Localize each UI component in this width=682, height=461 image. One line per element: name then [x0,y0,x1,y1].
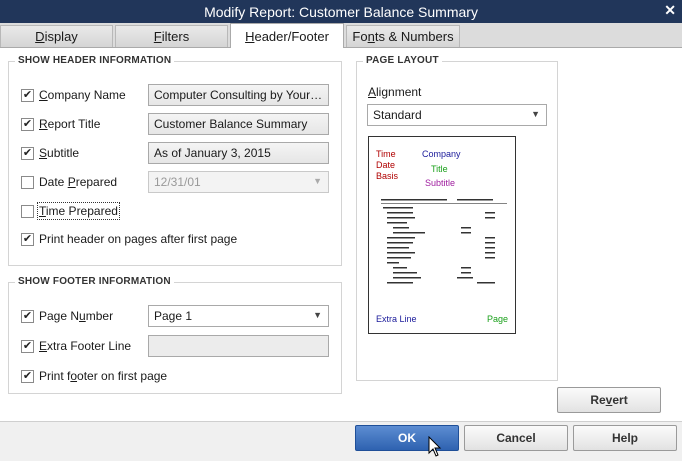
time-prepared-label: Time Prepared [37,202,120,220]
window-title: Modify Report: Customer Balance Summary [204,3,478,20]
subtitle-label: Subtitle [39,146,80,160]
chevron-down-icon: ▼ [531,109,540,119]
tab-label: Header/Footer [245,28,329,44]
company-name-row: ✔ Company Name [21,88,126,102]
tab-strip: Display Filters Header/Footer Fonts & Nu… [0,23,682,48]
date-prepared-value: 12/31/01 [154,175,201,189]
tab-content: SHOW HEADER INFORMATION ✔ Company Name C… [0,47,682,421]
date-prepared-checkbox[interactable] [21,175,34,189]
page-number-checkbox[interactable]: ✔ [21,309,34,323]
revert-label: Revert [590,393,628,407]
preview-subtitle: Subtitle [425,178,456,188]
company-name-field[interactable]: Computer Consulting by Your ... [148,84,329,106]
page-number-label: Page Number [39,309,114,323]
subtitle-row: ✔ Subtitle [21,146,79,160]
chevron-down-icon: ▼ [313,176,322,186]
extra-footer-row: ✔ Extra Footer Line [21,339,131,353]
page-number-row: ✔ Page Number [21,309,113,323]
print-footer-checkbox[interactable]: ✔ [21,369,34,383]
preview-date: Date [376,160,396,170]
report-title-label: Report Title [39,117,101,131]
preview-page: Page [487,314,509,324]
tab-filters[interactable]: Filters [115,25,228,47]
report-title-checkbox[interactable]: ✔ [21,117,34,131]
company-name-label: Company Name [39,88,126,102]
preview-extra-line: Extra Line [376,314,417,324]
tab-display[interactable]: Display [0,25,113,47]
mouse-pointer-icon [428,436,442,457]
title-bar: Modify Report: Customer Balance Summary … [0,0,682,23]
cancel-button[interactable]: Cancel [464,425,568,451]
print-footer-row: ✔ Print footer on first page [21,369,167,383]
preview-time: Time [376,149,396,159]
company-name-checkbox[interactable]: ✔ [21,88,34,102]
report-title-row: ✔ Report Title [21,117,100,131]
tab-label: Fonts & Numbers [352,29,454,44]
alignment-label: Alignment [368,85,422,99]
layout-preview: Time Date Basis Company Title Subtitle E… [368,136,516,334]
chevron-down-icon: ▼ [313,310,322,320]
help-button[interactable]: Help [573,425,677,451]
page-number-select[interactable]: Page 1 ▼ [148,305,329,327]
date-prepared-label: Date Prepared [39,175,118,189]
footer-info-legend: SHOW FOOTER INFORMATION [15,276,174,287]
subtitle-field[interactable]: As of January 3, 2015 [148,142,329,164]
date-prepared-row: Date Prepared [21,175,117,189]
tab-fonts-numbers[interactable]: Fonts & Numbers [346,25,460,47]
date-prepared-select[interactable]: 12/31/01 ▼ [148,171,329,193]
time-prepared-row: Time Prepared [21,202,120,220]
extra-footer-field[interactable] [148,335,329,357]
print-footer-label: Print footer on first page [39,369,168,383]
preview-basis: Basis [376,171,399,181]
print-header-label: Print header on pages after first page [39,232,238,246]
tab-label: Display [35,29,78,44]
ok-button[interactable]: OK [355,425,459,451]
close-icon[interactable]: ✕ [664,2,676,19]
revert-button[interactable]: Revert [557,387,661,413]
time-prepared-checkbox[interactable] [21,204,34,218]
tab-label: Filters [153,29,190,44]
header-info-legend: SHOW HEADER INFORMATION [15,55,175,66]
alignment-select[interactable]: Standard ▼ [367,104,547,126]
preview-company: Company [422,149,461,159]
alignment-value: Standard [373,108,422,122]
tab-header-footer[interactable]: Header/Footer [230,23,344,48]
extra-footer-checkbox[interactable]: ✔ [21,339,34,353]
page-number-value: Page 1 [154,309,193,323]
page-layout-legend: PAGE LAYOUT [363,55,442,66]
report-title-field[interactable]: Customer Balance Summary [148,113,329,135]
print-header-checkbox[interactable]: ✔ [21,232,34,246]
preview-title: Title [431,164,448,174]
extra-footer-label: Extra Footer Line [39,339,132,353]
print-header-row: ✔ Print header on pages after first page [21,232,237,246]
subtitle-checkbox[interactable]: ✔ [21,146,34,160]
preview-report-body [381,199,507,284]
